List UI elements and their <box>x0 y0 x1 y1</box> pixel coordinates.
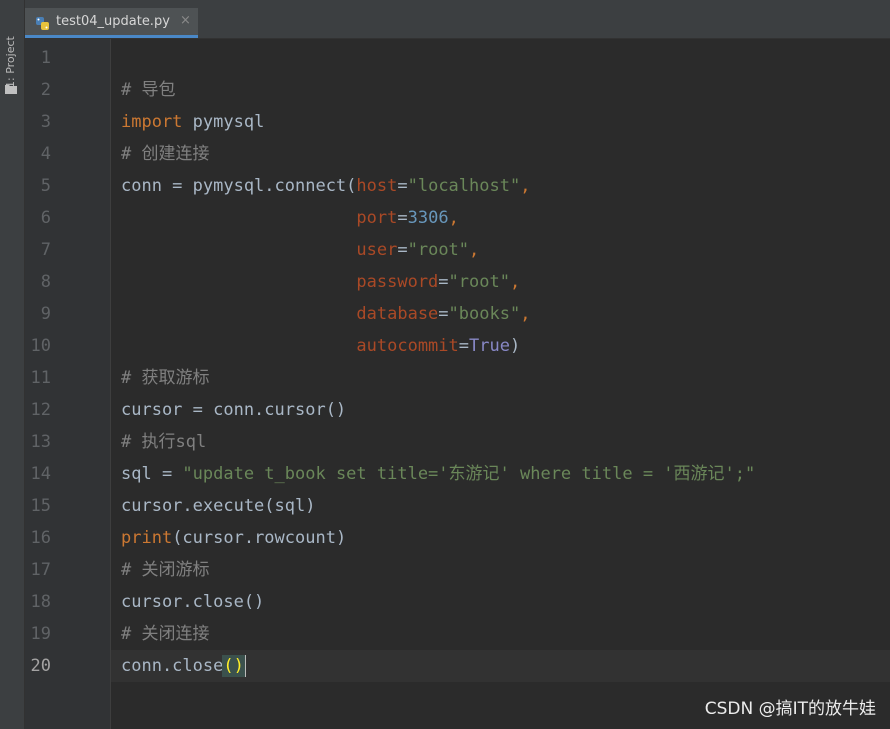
folder-icon <box>5 85 17 94</box>
keyword: import <box>121 112 183 132</box>
code-line-8[interactable]: password="root", <box>121 266 520 298</box>
code-line-7[interactable]: user="root", <box>121 234 479 266</box>
code-line-12[interactable]: cursor = conn.cursor() <box>121 394 346 426</box>
line-number-gutter: 1 2 3 4 5 6 7 8 9 10 11 12 13 14 15 16 1… <box>25 39 111 729</box>
code-line-13[interactable]: # 执行sql <box>121 426 206 458</box>
project-tool-tab-label: 1: Project <box>4 36 17 88</box>
tab-close-icon[interactable]: × <box>180 13 191 28</box>
operator: = <box>397 208 408 228</box>
code-line-6[interactable]: port=3306, <box>121 202 459 234</box>
operator: = <box>458 336 470 356</box>
line-number: 3 <box>40 112 51 132</box>
code-text: sql = <box>121 464 183 484</box>
line-number: 13 <box>30 432 51 452</box>
line-number: 8 <box>40 272 51 292</box>
line-number: 19 <box>30 624 51 644</box>
line-number: 17 <box>30 560 51 580</box>
code-line-11[interactable]: # 获取游标 <box>121 362 209 394</box>
code-line-2[interactable]: # 导包 <box>121 74 175 106</box>
code-line-18[interactable]: cursor.close() <box>121 586 264 618</box>
number-literal: 3306 <box>407 208 449 228</box>
code-text: conn = pymysql.connect( <box>121 176 357 196</box>
operator: = <box>438 304 449 324</box>
editor-tab-test04-update[interactable]: test04_update.py × <box>25 8 198 38</box>
param-name: autocommit <box>356 336 459 356</box>
punctuation: , <box>520 304 531 324</box>
code-line-3[interactable]: import pymysql <box>121 106 264 138</box>
builtin-constant: True <box>469 336 510 356</box>
code-line-16[interactable]: print(cursor.rowcount) <box>121 522 346 554</box>
ide-window: 1: Project test04_update.py × 1 2 3 4 5 … <box>0 0 890 729</box>
operator: = <box>438 272 449 292</box>
code-text: cursor.close() <box>121 592 265 612</box>
line-number: 9 <box>40 304 51 324</box>
operator: = <box>397 176 408 196</box>
code-line-20[interactable]: conn.close() <box>121 650 246 682</box>
line-number: 15 <box>30 496 51 516</box>
string-literal: "root" <box>448 272 510 292</box>
watermark: CSDN @搞IT的放牛娃 <box>704 699 876 719</box>
line-number: 12 <box>30 400 51 420</box>
code-line-10[interactable]: autocommit=True) <box>121 330 520 362</box>
line-number: 4 <box>40 144 51 164</box>
punctuation: ) <box>509 336 521 356</box>
line-number: 14 <box>30 464 51 484</box>
operator: = <box>397 240 408 260</box>
line-number: 1 <box>40 48 51 68</box>
code-line-17[interactable]: # 关闭游标 <box>121 554 209 586</box>
python-file-icon <box>36 17 49 30</box>
string-literal: "root" <box>407 240 470 260</box>
punctuation: , <box>448 208 459 228</box>
code-text: cursor.execute(sql) <box>121 496 316 516</box>
punctuation: , <box>520 176 531 196</box>
text-caret <box>243 655 246 677</box>
editor-tab-bar: test04_update.py × <box>25 0 890 39</box>
punctuation: , <box>509 272 521 292</box>
param-name: password <box>356 272 439 292</box>
line-number: 6 <box>40 208 51 228</box>
string-literal: "books" <box>448 304 521 324</box>
code-line-15[interactable]: cursor.execute(sql) <box>121 490 315 522</box>
line-number: 16 <box>30 528 51 548</box>
code-editor[interactable]: # 导包 import pymysql # 创建连接 conn = pymysq… <box>111 39 890 729</box>
param-name: port <box>356 208 398 228</box>
string-literal: "localhost" <box>407 176 521 196</box>
code-text: (cursor.rowcount) <box>172 528 347 548</box>
comment: # 创建连接 <box>121 144 210 164</box>
comment: # 关闭连接 <box>121 624 210 644</box>
code-line-14[interactable]: sql = "update t_book set title='东游记' whe… <box>121 458 755 490</box>
comment: # 执行sql <box>121 432 207 452</box>
code-line-4[interactable]: # 创建连接 <box>121 138 209 170</box>
param-name: host <box>356 176 398 196</box>
line-number: 7 <box>40 240 51 260</box>
code-text: pymysql <box>182 112 265 132</box>
code-line-5[interactable]: conn = pymysql.connect(host="localhost", <box>121 170 530 202</box>
code-line-19[interactable]: # 关闭连接 <box>121 618 209 650</box>
line-number: 11 <box>30 368 51 388</box>
line-number: 18 <box>30 592 51 612</box>
left-tool-strip: 1: Project <box>0 0 25 729</box>
param-name: database <box>356 304 439 324</box>
line-number: 10 <box>30 336 51 356</box>
line-number: 5 <box>40 176 51 196</box>
comment: # 导包 <box>121 80 176 100</box>
builtin-function: print <box>121 528 173 548</box>
line-number: 2 <box>40 80 51 100</box>
code-text: cursor = conn.cursor() <box>121 400 347 420</box>
punctuation: , <box>469 240 480 260</box>
param-name: user <box>356 240 398 260</box>
code-text: conn.close <box>121 656 224 676</box>
tab-file-name: test04_update.py <box>56 14 170 29</box>
string-literal: "update t_book set title='东游记' where tit… <box>182 464 756 484</box>
matched-brackets: () <box>222 655 245 677</box>
code-line-9[interactable]: database="books", <box>121 298 530 330</box>
comment: # 关闭游标 <box>121 560 210 580</box>
current-line-number: 20 <box>30 656 51 676</box>
comment: # 获取游标 <box>121 368 210 388</box>
